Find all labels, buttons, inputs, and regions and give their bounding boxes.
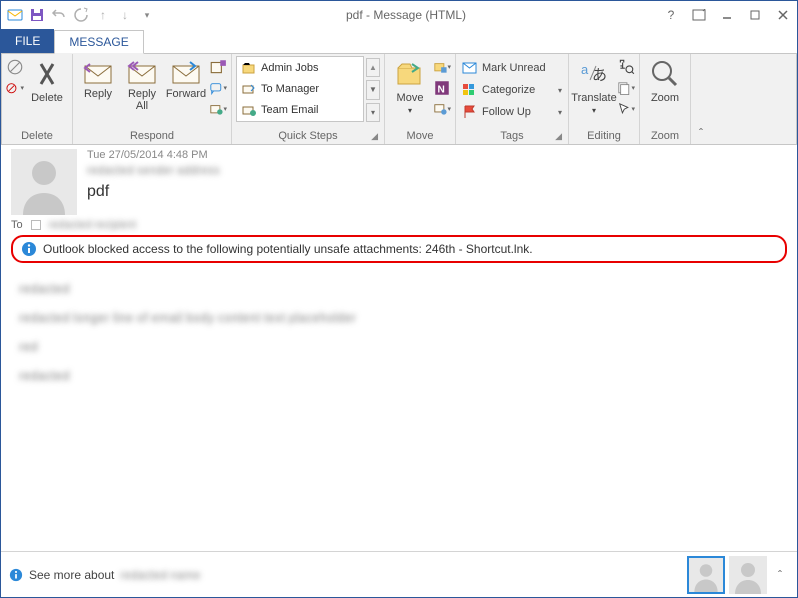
rules-icon[interactable]: ▾ xyxy=(433,58,451,76)
delete-button[interactable]: Delete xyxy=(26,56,68,104)
collapse-ribbon-icon[interactable]: ˆ xyxy=(691,54,711,144)
find-icon[interactable] xyxy=(617,58,635,76)
ribbon-tabs: FILE MESSAGE xyxy=(1,29,797,53)
actions-icon[interactable]: ▾ xyxy=(433,100,451,118)
people-pane: See more about redacted name ˆ xyxy=(1,551,797,597)
message-subject: pdf xyxy=(87,183,787,201)
contact-avatar-selected[interactable] xyxy=(687,556,725,594)
group-label-move: Move xyxy=(389,129,451,144)
quick-access-toolbar: ↑ ↓ ▾ xyxy=(1,7,155,23)
presence-icon xyxy=(31,220,41,230)
tab-message[interactable]: MESSAGE xyxy=(54,30,143,54)
group-zoom: Zoom Zoom xyxy=(640,54,691,144)
onenote-icon[interactable]: N xyxy=(433,79,451,97)
move-button[interactable]: Move▾ xyxy=(389,56,431,117)
to-label: To xyxy=(11,219,23,231)
window-controls: ? xyxy=(657,4,797,26)
see-more-label: See more about xyxy=(29,568,114,582)
gallery-more-icon[interactable]: ▾ xyxy=(366,103,380,122)
svg-text:N: N xyxy=(438,85,445,96)
group-editing: aあ Translate▾ ▾ ▾ Editing xyxy=(569,54,640,144)
group-move: Move▾ ▾ N ▾ Move xyxy=(385,54,456,144)
zoom-button[interactable]: Zoom xyxy=(644,56,686,104)
info-icon xyxy=(9,568,23,582)
tags-launcher-icon[interactable]: ◢ xyxy=(555,131,562,142)
sender-avatar xyxy=(11,149,77,215)
group-delete: ▾ Delete Delete xyxy=(2,54,73,144)
group-respond: Reply Reply All Forward ▾ ▾ Respond xyxy=(73,54,232,144)
more-respond-icon[interactable]: ▾ xyxy=(209,100,227,118)
body-line: red xyxy=(19,339,779,354)
meeting-icon[interactable] xyxy=(209,58,227,76)
group-quick-steps: Admin Jobs To Manager Team Email ▲ ▼ ▾ Q… xyxy=(232,54,385,144)
ignore-icon[interactable] xyxy=(6,58,24,76)
redo-icon[interactable] xyxy=(73,7,89,23)
reply-button[interactable]: Reply xyxy=(77,56,119,100)
group-label-quicksteps: Quick Steps◢ xyxy=(236,129,380,144)
previous-item-icon[interactable]: ↑ xyxy=(95,7,111,23)
title-bar: ↑ ↓ ▾ pdf - Message (HTML) ? xyxy=(1,1,797,29)
save-icon[interactable] xyxy=(29,7,45,23)
quicksteps-launcher-icon[interactable]: ◢ xyxy=(371,131,378,142)
undo-icon[interactable] xyxy=(51,7,67,23)
message-area: Tue 27/05/2014 4:48 PM redacted sender a… xyxy=(1,145,797,597)
group-label-editing: Editing xyxy=(573,129,635,144)
group-label-delete: Delete xyxy=(6,129,68,144)
help-icon[interactable]: ? xyxy=(657,4,685,26)
ribbon-display-options-icon[interactable] xyxy=(685,4,713,26)
maximize-button[interactable] xyxy=(741,4,769,26)
group-tags: Mark Unread Categorize ▾ Follow Up ▾ Tag… xyxy=(456,54,569,144)
svg-text:a: a xyxy=(581,62,589,77)
quickstep-to-manager[interactable]: To Manager xyxy=(237,78,363,99)
reply-all-button[interactable]: Reply All xyxy=(121,56,163,112)
chevron-down-icon: ▾ xyxy=(558,86,562,95)
group-label-zoom: Zoom xyxy=(644,129,686,144)
quickstep-team-email[interactable]: Team Email xyxy=(237,100,363,121)
contact-avatar[interactable] xyxy=(729,556,767,594)
message-body: redacted redacted longer line of email b… xyxy=(1,271,797,551)
body-line: redacted xyxy=(19,281,779,296)
message-to-row: To redacted recipient xyxy=(1,217,797,233)
blocked-attachment-banner: Outlook blocked access to the following … xyxy=(11,235,787,263)
banner-text: Outlook blocked access to the following … xyxy=(43,242,533,256)
group-label-tags: Tags◢ xyxy=(460,129,564,144)
select-icon[interactable]: ▾ xyxy=(617,100,635,118)
team-email-icon xyxy=(241,102,257,118)
im-icon[interactable]: ▾ xyxy=(209,79,227,97)
chevron-down-icon: ▾ xyxy=(558,108,562,117)
ribbon: ▾ Delete Delete Reply Reply All Forward xyxy=(1,53,797,145)
next-item-icon[interactable]: ↓ xyxy=(117,7,133,23)
message-header: Tue 27/05/2014 4:48 PM redacted sender a… xyxy=(1,145,797,217)
outlook-icon xyxy=(7,7,23,23)
quickstep-admin-jobs[interactable]: Admin Jobs xyxy=(237,57,363,78)
see-more-name: redacted name xyxy=(120,568,200,582)
close-button[interactable] xyxy=(769,4,797,26)
minimize-button[interactable] xyxy=(713,4,741,26)
related-icon[interactable]: ▾ xyxy=(617,79,635,97)
forward-manager-icon xyxy=(241,81,257,97)
expand-people-pane-icon[interactable]: ˆ xyxy=(771,568,789,582)
message-timestamp: Tue 27/05/2014 4:48 PM xyxy=(87,149,787,161)
gallery-down-icon[interactable]: ▼ xyxy=(366,80,380,99)
qat-customize-icon[interactable]: ▾ xyxy=(139,7,155,23)
body-line: redacted xyxy=(19,368,779,383)
tab-file[interactable]: FILE xyxy=(1,29,54,53)
group-label-respond: Respond xyxy=(77,129,227,144)
body-line: redacted longer line of email body conte… xyxy=(19,310,779,325)
mark-unread-button[interactable]: Mark Unread xyxy=(460,58,564,78)
message-to: redacted recipient xyxy=(49,219,136,231)
translate-button[interactable]: aあ Translate▾ xyxy=(573,56,615,117)
gallery-up-icon[interactable]: ▲ xyxy=(366,58,380,77)
message-from: redacted sender address xyxy=(87,163,787,181)
quick-steps-gallery[interactable]: Admin Jobs To Manager Team Email xyxy=(236,56,364,122)
folder-move-icon xyxy=(241,60,257,76)
junk-icon[interactable]: ▾ xyxy=(6,79,24,97)
window-title: pdf - Message (HTML) xyxy=(155,8,657,22)
categorize-button[interactable]: Categorize ▾ xyxy=(460,80,564,100)
forward-button[interactable]: Forward xyxy=(165,56,207,100)
follow-up-button[interactable]: Follow Up ▾ xyxy=(460,102,564,122)
info-icon xyxy=(21,241,37,257)
